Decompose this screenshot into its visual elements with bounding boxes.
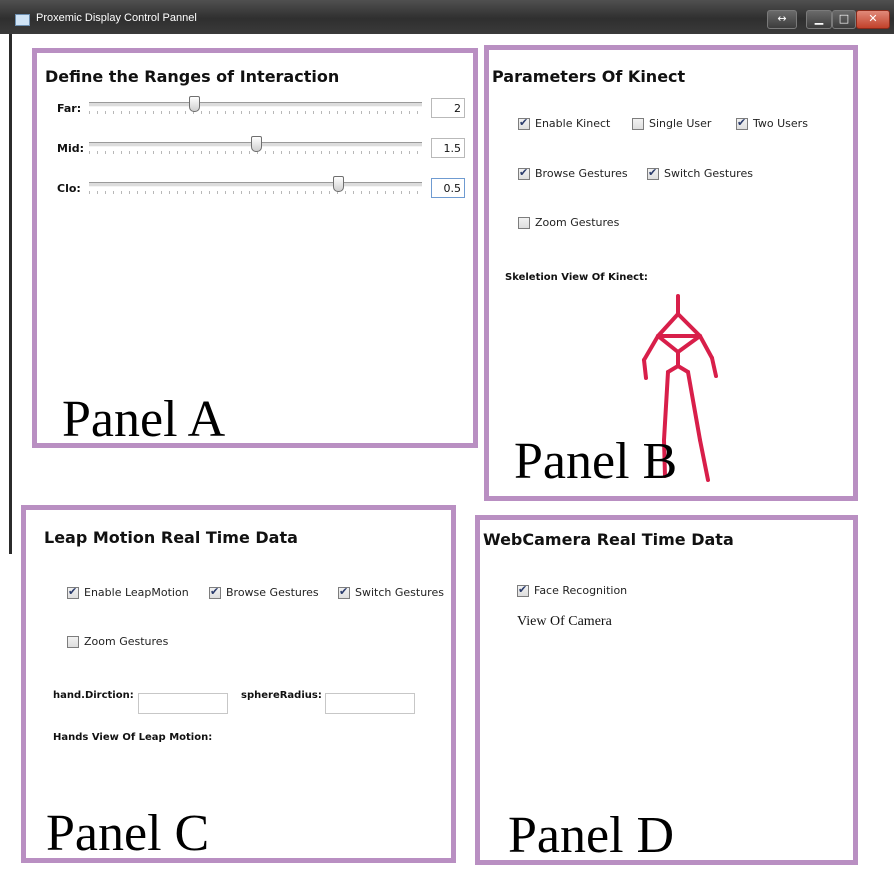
far-slider-thumb[interactable] [189,96,200,112]
checkbox-label: Zoom Gestures [84,635,169,648]
checkbox-box[interactable] [67,635,79,648]
face-recognition-checkbox[interactable]: Face Recognition [517,583,628,597]
checkbox-box[interactable] [518,116,530,130]
checkbox-label: Browse Gestures [535,167,628,180]
skeleton-right-forearm [710,356,718,378]
mid-value-field[interactable]: 1.5 [431,138,465,158]
checkbox-box[interactable] [518,166,530,180]
panel-b-label: Panel B [514,433,678,490]
panel-c: Leap Motion Real Time Data Enable LeapMo… [21,505,456,863]
hand-direction-label: hand.Dirction: [53,690,134,701]
checkbox-label: Switch Gestures [664,167,753,180]
window-title: Proxemic Display Control Pannel [36,12,197,24]
checkbox-box[interactable] [338,585,350,599]
kinect-zoom-gestures-checkbox[interactable]: Zoom Gestures [518,216,619,229]
far-slider-track[interactable] [89,102,422,107]
checkbox-box[interactable] [209,585,221,599]
panel-b-title: Parameters Of Kinect [492,67,686,86]
close-slider-track[interactable] [89,182,422,187]
checkbox-label: Single User [649,117,712,130]
sphere-radius-label: sphereRadius: [241,690,322,701]
close-range-label: Clo: [57,182,81,195]
enable-leapmotion-checkbox[interactable]: Enable LeapMotion [67,585,189,599]
checkbox-box[interactable] [67,585,79,599]
window-left-edge [9,34,12,554]
panel-a-title: Define the Ranges of Interaction [45,67,340,86]
skeleton-left-forearm [642,358,648,380]
checkbox-box[interactable] [647,166,659,180]
mid-label: Mid: [57,142,84,155]
app-icon [15,14,30,26]
skeleton-left-leg [662,370,670,442]
checkbox-box[interactable] [518,216,530,229]
skeleton-left-upper-arm [642,334,660,362]
checkbox-box[interactable] [517,583,529,597]
checkbox-label: Enable Kinect [535,117,611,130]
checkbox-label: Enable LeapMotion [84,586,189,599]
checkbox-label: Zoom Gestures [535,216,620,229]
skeleton-left-chest [656,334,680,354]
maximize-button[interactable]: □ [832,10,856,29]
skeleton-right-shin [698,438,710,482]
two-users-checkbox[interactable]: Two Users [736,116,808,130]
sphere-radius-field[interactable] [325,693,415,714]
close-slider-ticks [89,191,422,194]
panel-d-label: Panel D [508,807,675,864]
window-title-bar[interactable]: Proxemic Display Control Pannel ↔ ▁ □ ✕ [0,0,894,34]
far-label: Far: [57,102,82,115]
skeleton-right-chest [676,334,702,354]
skeleton-view-label: Skeletion View Of Kinect: [505,272,648,283]
minimize-button[interactable]: ▁ [806,10,832,29]
kinect-switch-gestures-checkbox[interactable]: Switch Gestures [647,166,753,180]
leap-zoom-gestures-checkbox[interactable]: Zoom Gestures [67,635,168,648]
checkbox-label: Switch Gestures [355,586,444,599]
hand-direction-field[interactable] [138,693,228,714]
kinect-browse-gestures-checkbox[interactable]: Browse Gestures [518,166,628,180]
single-user-checkbox[interactable]: Single User [632,117,711,130]
skeleton-right-shoulder [676,312,702,338]
close-value-field[interactable]: 0.5 [431,178,465,198]
panel-a-label: Panel A [62,391,226,448]
panel-b: Parameters Of Kinect Enable Kinect Singl… [484,45,858,501]
enable-kinect-checkbox[interactable]: Enable Kinect [518,116,611,130]
leap-browse-gestures-checkbox[interactable]: Browse Gestures [209,585,319,599]
restore-arrows-icon[interactable]: ↔ [767,10,797,29]
far-value-field[interactable]: 2 [431,98,465,118]
hands-view-label: Hands View Of Leap Motion: [53,732,213,743]
camera-view-label: View Of Camera [517,614,612,629]
mid-slider-thumb[interactable] [251,136,262,152]
checkbox-label: Browse Gestures [226,586,319,599]
checkbox-label: Face Recognition [534,584,628,597]
checkbox-box[interactable] [736,116,748,130]
leap-switch-gestures-checkbox[interactable]: Switch Gestures [338,585,444,599]
panel-d-title: WebCamera Real Time Data [483,530,734,549]
close-button[interactable]: ✕ [856,10,890,29]
close-slider-thumb[interactable] [333,176,344,192]
panel-c-label: Panel C [46,805,210,862]
panel-c-title: Leap Motion Real Time Data [44,528,298,547]
skeleton-right-upper-arm [698,334,714,360]
checkbox-label: Two Users [753,117,808,130]
panel-a: Define the Ranges of Interaction Far: 2 … [32,48,478,448]
panel-d: WebCamera Real Time Data Face Recognitio… [475,515,858,865]
far-slider-ticks [89,111,422,114]
skeleton-right-leg [686,370,702,442]
checkbox-box[interactable] [632,117,644,130]
skeleton-left-shoulder [656,312,680,338]
